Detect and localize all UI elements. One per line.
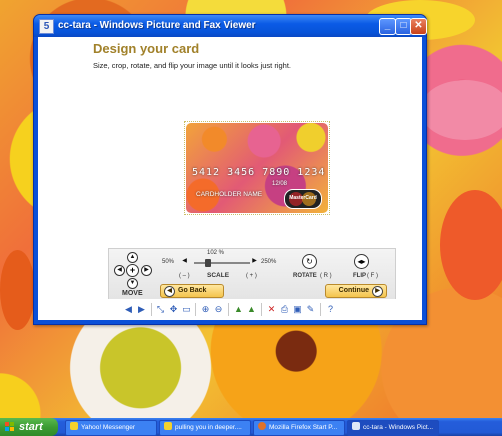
rotate-label: ROTATE [293, 273, 317, 279]
taskbar-item-yahoo-messenger[interactable]: Yahoo! Messenger [65, 420, 157, 436]
flower-petal [440, 190, 502, 300]
edit-icon[interactable]: ✎ [305, 304, 316, 315]
scale-slider-thumb[interactable] [205, 259, 211, 267]
move-label: MOVE [122, 290, 143, 297]
rotate-icon[interactable]: ↻ [302, 254, 317, 269]
start-label: start [19, 421, 43, 433]
viewer-toolbar: ◀ ▶ ⤡ ✥ ▭ ⊕ ⊖ ▲ ▲ ✕ ⎙ ▣ ✎ ? [38, 299, 422, 320]
card-preview-frame[interactable]: 5412 3456 7890 1234 12/08 CARDHOLDER NAM… [184, 121, 330, 215]
taskbar-item-label: Yahoo! Messenger [81, 424, 136, 431]
slideshow-icon[interactable]: ▭ [181, 304, 192, 315]
card-preview[interactable]: 5412 3456 7890 1234 12/08 CARDHOLDER NAM… [186, 123, 328, 213]
flip-key: ( F ) [367, 273, 378, 279]
toolbar-separator [261, 303, 262, 316]
go-back-label: Go Back [178, 287, 207, 294]
previous-image-icon[interactable]: ◀ [123, 304, 134, 315]
taskbar-item-firefox[interactable]: Mozilla Firefox Start P... [253, 420, 345, 436]
forward-arrow-icon: ▶ [372, 286, 383, 297]
design-controls-panel: ▲ ◀ + ▶ ▼ MOVE 50% ◀ 102 % ▶ 250% ( – ) … [108, 248, 396, 303]
move-center-icon[interactable]: + [126, 264, 139, 277]
continue-label: Continue [338, 287, 369, 294]
title-bar[interactable]: 5 cc-tara - Windows Picture and Fax View… [34, 15, 427, 37]
rotate-key: ( R ) [320, 273, 332, 279]
viewer-client-area: Design your card Size, crop, rotate, and… [38, 37, 422, 320]
card-design-page: Design your card Size, crop, rotate, and… [56, 37, 398, 303]
close-button[interactable]: ✕ [410, 18, 427, 35]
window-title: cc-tara - Windows Picture and Fax Viewer [58, 20, 256, 31]
back-arrow-icon: ◀ [164, 286, 175, 297]
toolbar-separator [195, 303, 196, 316]
picture-viewer-icon: 5 [39, 19, 54, 34]
help-icon[interactable]: ? [325, 304, 336, 315]
scale-value: 102 % [207, 250, 225, 256]
scale-label: SCALE [207, 272, 230, 279]
delete-icon[interactable]: ✕ [266, 304, 277, 315]
move-left-icon[interactable]: ◀ [114, 265, 125, 276]
next-image-icon[interactable]: ▶ [136, 304, 147, 315]
zoom-out-icon[interactable]: ⊖ [213, 304, 224, 315]
move-up-icon[interactable]: ▲ [127, 252, 138, 263]
scale-max-label: 250% [261, 259, 277, 265]
flip-icon[interactable]: ◂▸ [354, 254, 369, 269]
taskbar-item-label: pulling you in deeper.... [175, 424, 242, 431]
page-instructions: Size, crop, rotate, and flip your image … [93, 61, 292, 70]
scale-up-icon[interactable]: ▶ [250, 257, 259, 266]
toolbar-separator [151, 303, 152, 316]
scale-slider-track[interactable] [194, 262, 250, 264]
scale-plus-key: ( + ) [246, 273, 257, 279]
scale-min-label: 50% [162, 259, 175, 265]
save-icon[interactable]: ▣ [292, 304, 303, 315]
print-icon[interactable]: ⎙ [279, 304, 290, 315]
toolbar-separator [228, 303, 229, 316]
flip-label: FLIP [353, 273, 366, 279]
card-expiry: 12/08 [272, 181, 288, 187]
move-down-icon[interactable]: ▼ [127, 278, 138, 289]
toolbar-separator [320, 303, 321, 316]
move-right-icon[interactable]: ▶ [141, 265, 152, 276]
minimize-button[interactable]: _ [379, 18, 396, 35]
go-back-button[interactable]: ◀ Go Back [160, 284, 224, 298]
picture-viewer-icon [352, 422, 360, 430]
taskbar: start Yahoo! Messenger pulling you in de… [0, 418, 502, 436]
taskbar-item-label: cc-tara - Windows Pict... [363, 424, 434, 431]
card-brand: MasterCard [289, 195, 317, 201]
scale-down-icon[interactable]: ◀ [180, 257, 189, 266]
actual-size-icon[interactable]: ✥ [168, 304, 179, 315]
mastercard-logo: MasterCard [284, 189, 322, 209]
scale-minus-key: ( – ) [179, 273, 190, 279]
messenger-icon [70, 422, 78, 430]
rotate-counterclockwise-icon[interactable]: ▲ [246, 304, 257, 315]
taskbar-item-picture-viewer[interactable]: cc-tara - Windows Pict... [347, 420, 439, 436]
page-title: Design your card [93, 41, 200, 56]
zoom-in-icon[interactable]: ⊕ [200, 304, 211, 315]
card-number: 5412 3456 7890 1234 [192, 167, 326, 178]
windows-logo-icon [5, 422, 15, 432]
firefox-icon [258, 422, 266, 430]
best-fit-icon[interactable]: ⤡ [155, 304, 166, 315]
picture-viewer-window: 5 cc-tara - Windows Picture and Fax View… [33, 14, 427, 325]
start-button[interactable]: start [0, 418, 58, 436]
taskbar-item-label: Mozilla Firefox Start P... [269, 424, 338, 431]
continue-button[interactable]: Continue ▶ [325, 284, 387, 298]
card-holder-name: CARDHOLDER NAME [196, 191, 263, 198]
rotate-clockwise-icon[interactable]: ▲ [233, 304, 244, 315]
flower-petal [0, 250, 35, 330]
messenger-chat-icon [164, 422, 172, 430]
taskbar-item-pulling-you-in[interactable]: pulling you in deeper.... [159, 420, 251, 436]
flower-petal [420, 80, 502, 140]
